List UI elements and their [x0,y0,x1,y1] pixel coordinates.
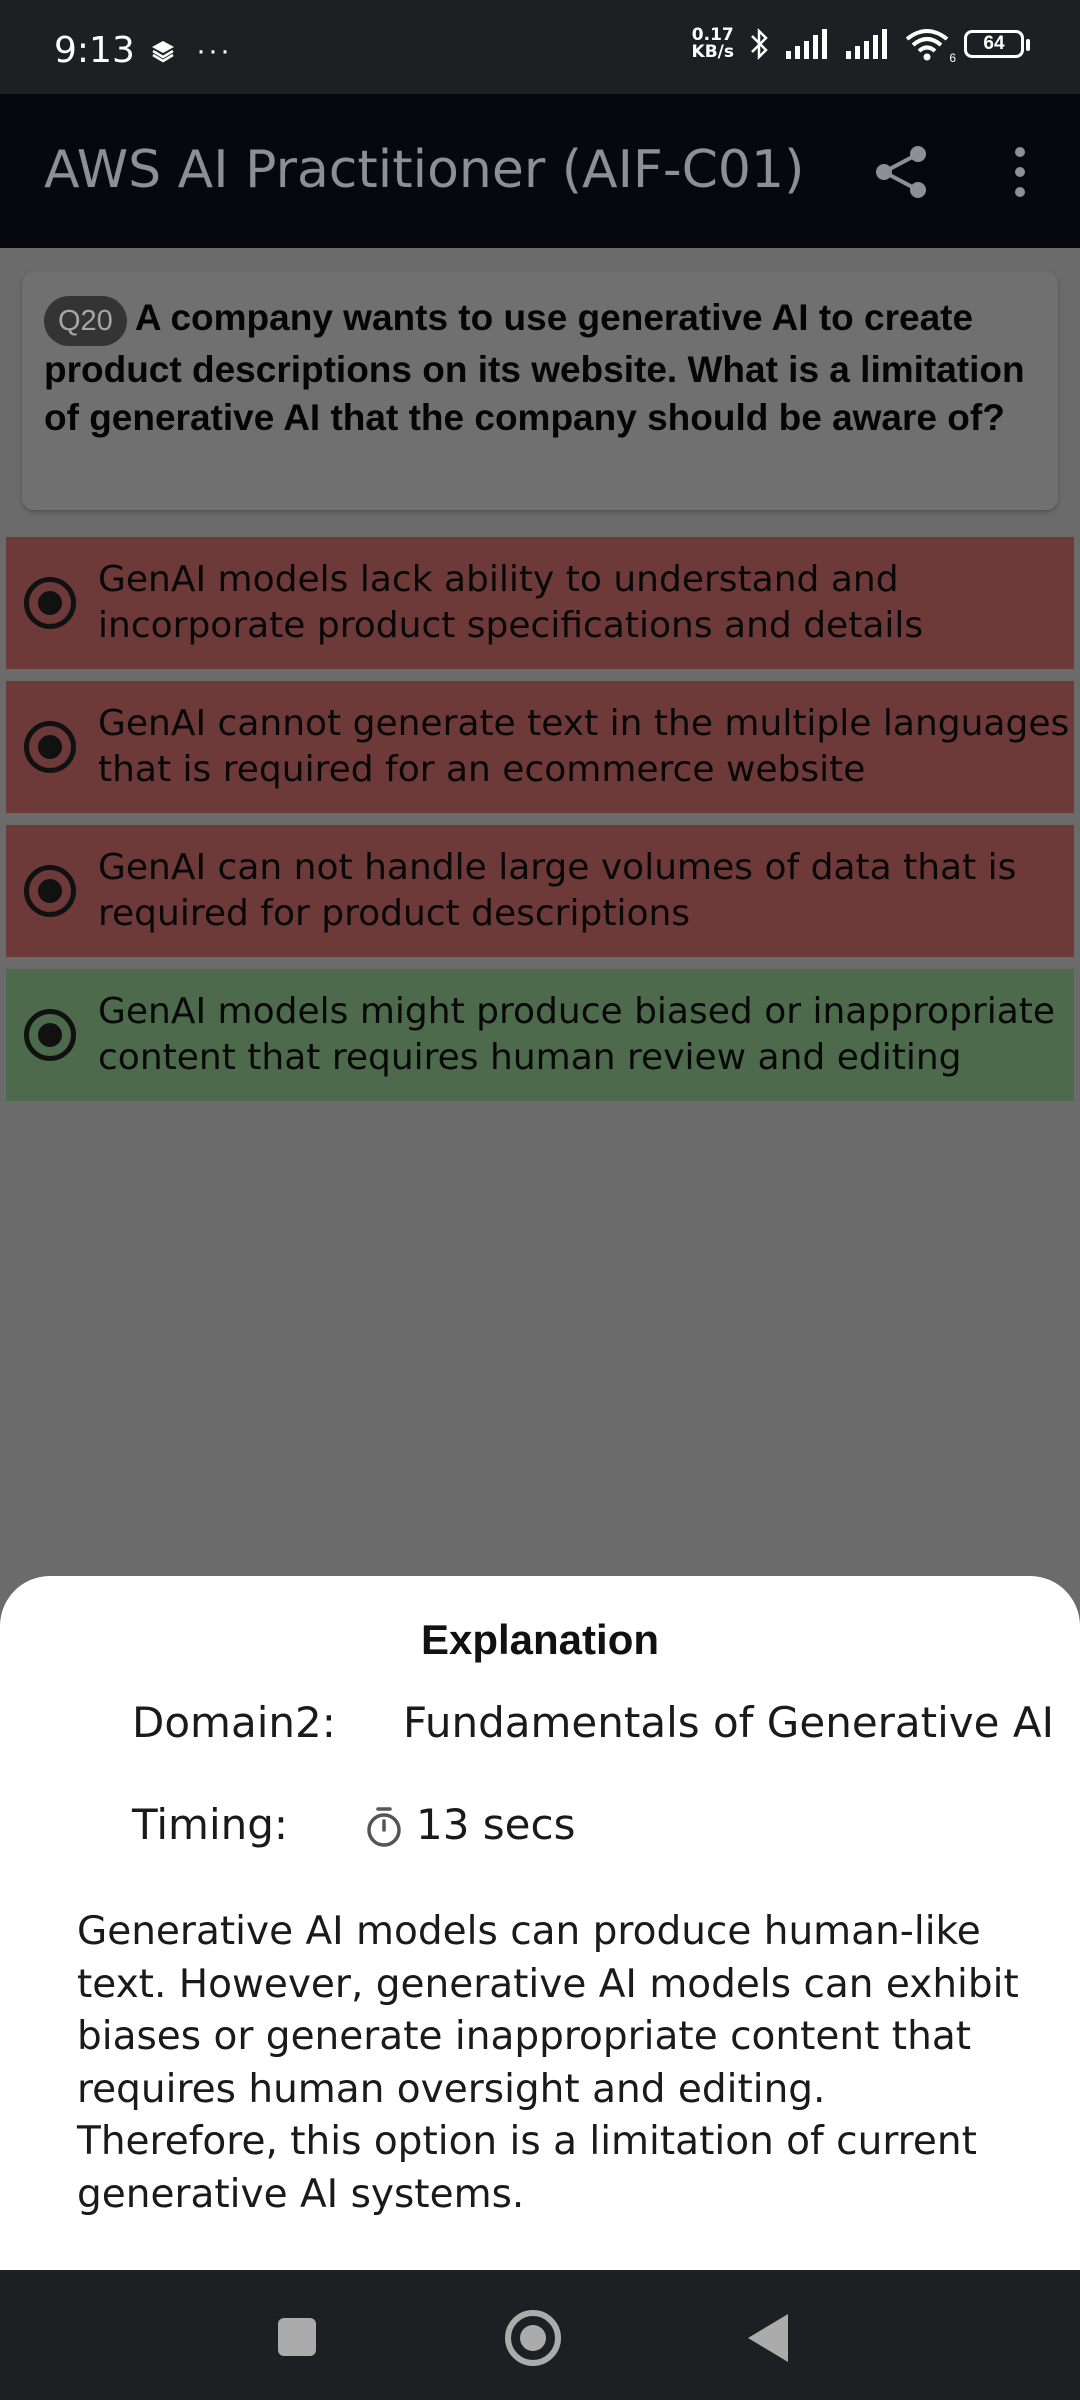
answer-option-text: GenAI can not handle large volumes of da… [98,847,1017,934]
radio-selected-icon [24,577,76,629]
share-icon[interactable] [872,142,932,202]
question-body: A company wants to use generative AI to … [44,297,1025,438]
more-vert-icon[interactable] [1000,144,1040,200]
domain-value: Fundamentals of Generative AI [403,1698,1054,1747]
signal-icon-2 [846,29,887,59]
system-nav-bar [0,2270,1080,2400]
domain-label: Domain2: [132,1698,336,1747]
explanation-sheet: Explanation Domain2: Fundamentals of Gen… [0,1576,1080,2270]
status-left-icons: ··· [150,34,232,68]
timing-label: Timing: [132,1800,289,1849]
bluetooth-icon [751,27,768,61]
radio-selected-icon [24,865,76,917]
status-right-icons: 0.17 KB/s 6 64 [691,25,1030,65]
triangle-back-icon[interactable] [748,2314,788,2362]
answer-option-3[interactable]: GenAI can not handle large volumes of da… [6,825,1074,957]
answer-option-text: GenAI models lack ability to understand … [98,559,924,646]
radio-selected-icon [24,1009,76,1061]
answer-option-1[interactable]: GenAI models lack ability to understand … [6,537,1074,669]
network-speed: 0.17 KB/s [691,25,734,62]
answer-option-text: GenAI models might produce biased or ina… [98,991,1056,1078]
stopwatch-icon [367,1807,401,1847]
app-bar: AWS AI Practitioner (AIF-C01) [0,94,1080,248]
app-title: AWS AI Practitioner (AIF-C01) [44,140,805,200]
answer-option-4[interactable]: GenAI models might produce biased or ina… [6,969,1074,1101]
signal-icon [786,29,827,59]
answer-option-text: GenAI cannot generate text in the multip… [98,703,1070,790]
timing-value: 13 secs [416,1800,576,1849]
wifi-icon: 6 [904,27,956,65]
circle-icon[interactable] [505,2310,561,2366]
status-time: 9:13 [54,30,135,71]
battery-icon: 64 [964,30,1030,58]
answer-option-2[interactable]: GenAI cannot generate text in the multip… [6,681,1074,813]
question-card: Q20 A company wants to use generative AI … [22,272,1058,510]
explanation-text: Generative AI models can produce human-l… [77,1909,1019,2217]
overflow-dots-icon: ··· [196,34,232,67]
radio-selected-icon [24,721,76,773]
question-text: Q20 A company wants to use generative AI … [44,294,1036,442]
sheet-title: Explanation [420,1616,660,1663]
status-bar: 9:13 ··· 0.17 KB/s 6 64 [0,0,1080,94]
square-icon[interactable] [278,2318,316,2356]
question-number-badge: Q20 [44,296,127,346]
layers-icon [152,41,174,63]
